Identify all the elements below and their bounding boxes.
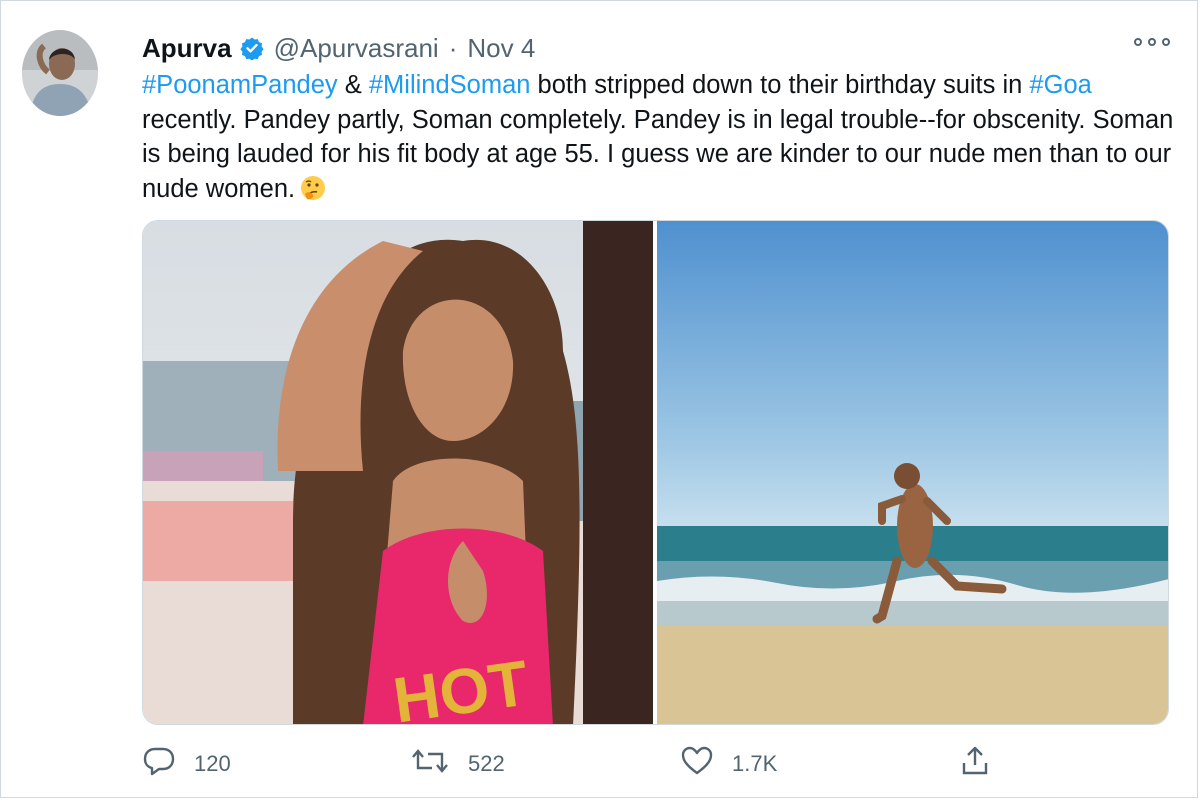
heart-icon <box>680 746 714 782</box>
reply-button[interactable]: 120 <box>142 738 231 790</box>
retweet-icon <box>410 746 450 782</box>
tweet-date[interactable]: Nov 4 <box>467 33 535 64</box>
tweet-media[interactable]: HOT <box>142 220 1169 725</box>
retweet-button[interactable]: 522 <box>410 738 505 790</box>
tweet-actions: 120 522 1.7K <box>0 738 1200 790</box>
author-avatar[interactable] <box>22 30 98 116</box>
like-button[interactable]: 1.7K <box>680 738 777 790</box>
hashtag-poonampandey[interactable]: #PoonamPandey <box>142 71 338 99</box>
tweet-text-part2: recently. Pandey partly, Soman completel… <box>142 105 1174 203</box>
more-options-icon[interactable] <box>1134 38 1170 46</box>
hashtag-milindsoman[interactable]: #MilindSoman <box>369 71 531 99</box>
separator-dot: · <box>448 32 458 63</box>
profile-photo-icon <box>22 30 98 116</box>
retweet-count: 522 <box>468 751 505 776</box>
tweet-header: Apurva @Apurvasrani · Nov 4 <box>142 28 535 68</box>
tweet-text-amp: & <box>344 71 362 99</box>
verified-badge-icon <box>239 36 264 60</box>
share-icon <box>960 745 990 783</box>
hashtag-goa[interactable]: #Goa <box>1029 71 1091 99</box>
reply-count: 120 <box>194 751 231 776</box>
man-running-beach-photo[interactable] <box>657 221 1168 724</box>
author-handle[interactable]: @Apurvasrani <box>274 33 439 64</box>
thinking-face-icon <box>299 174 327 202</box>
like-count: 1.7K <box>732 751 778 776</box>
share-button[interactable] <box>960 738 990 790</box>
tweet-text-part1: both stripped down to their birthday sui… <box>537 71 1023 99</box>
reply-icon <box>142 746 176 782</box>
author-name[interactable]: Apurva <box>142 33 232 64</box>
woman-beach-photo[interactable]: HOT <box>143 221 653 724</box>
tweet-text: #PoonamPandey & #MilindSoman both stripp… <box>142 68 1182 206</box>
